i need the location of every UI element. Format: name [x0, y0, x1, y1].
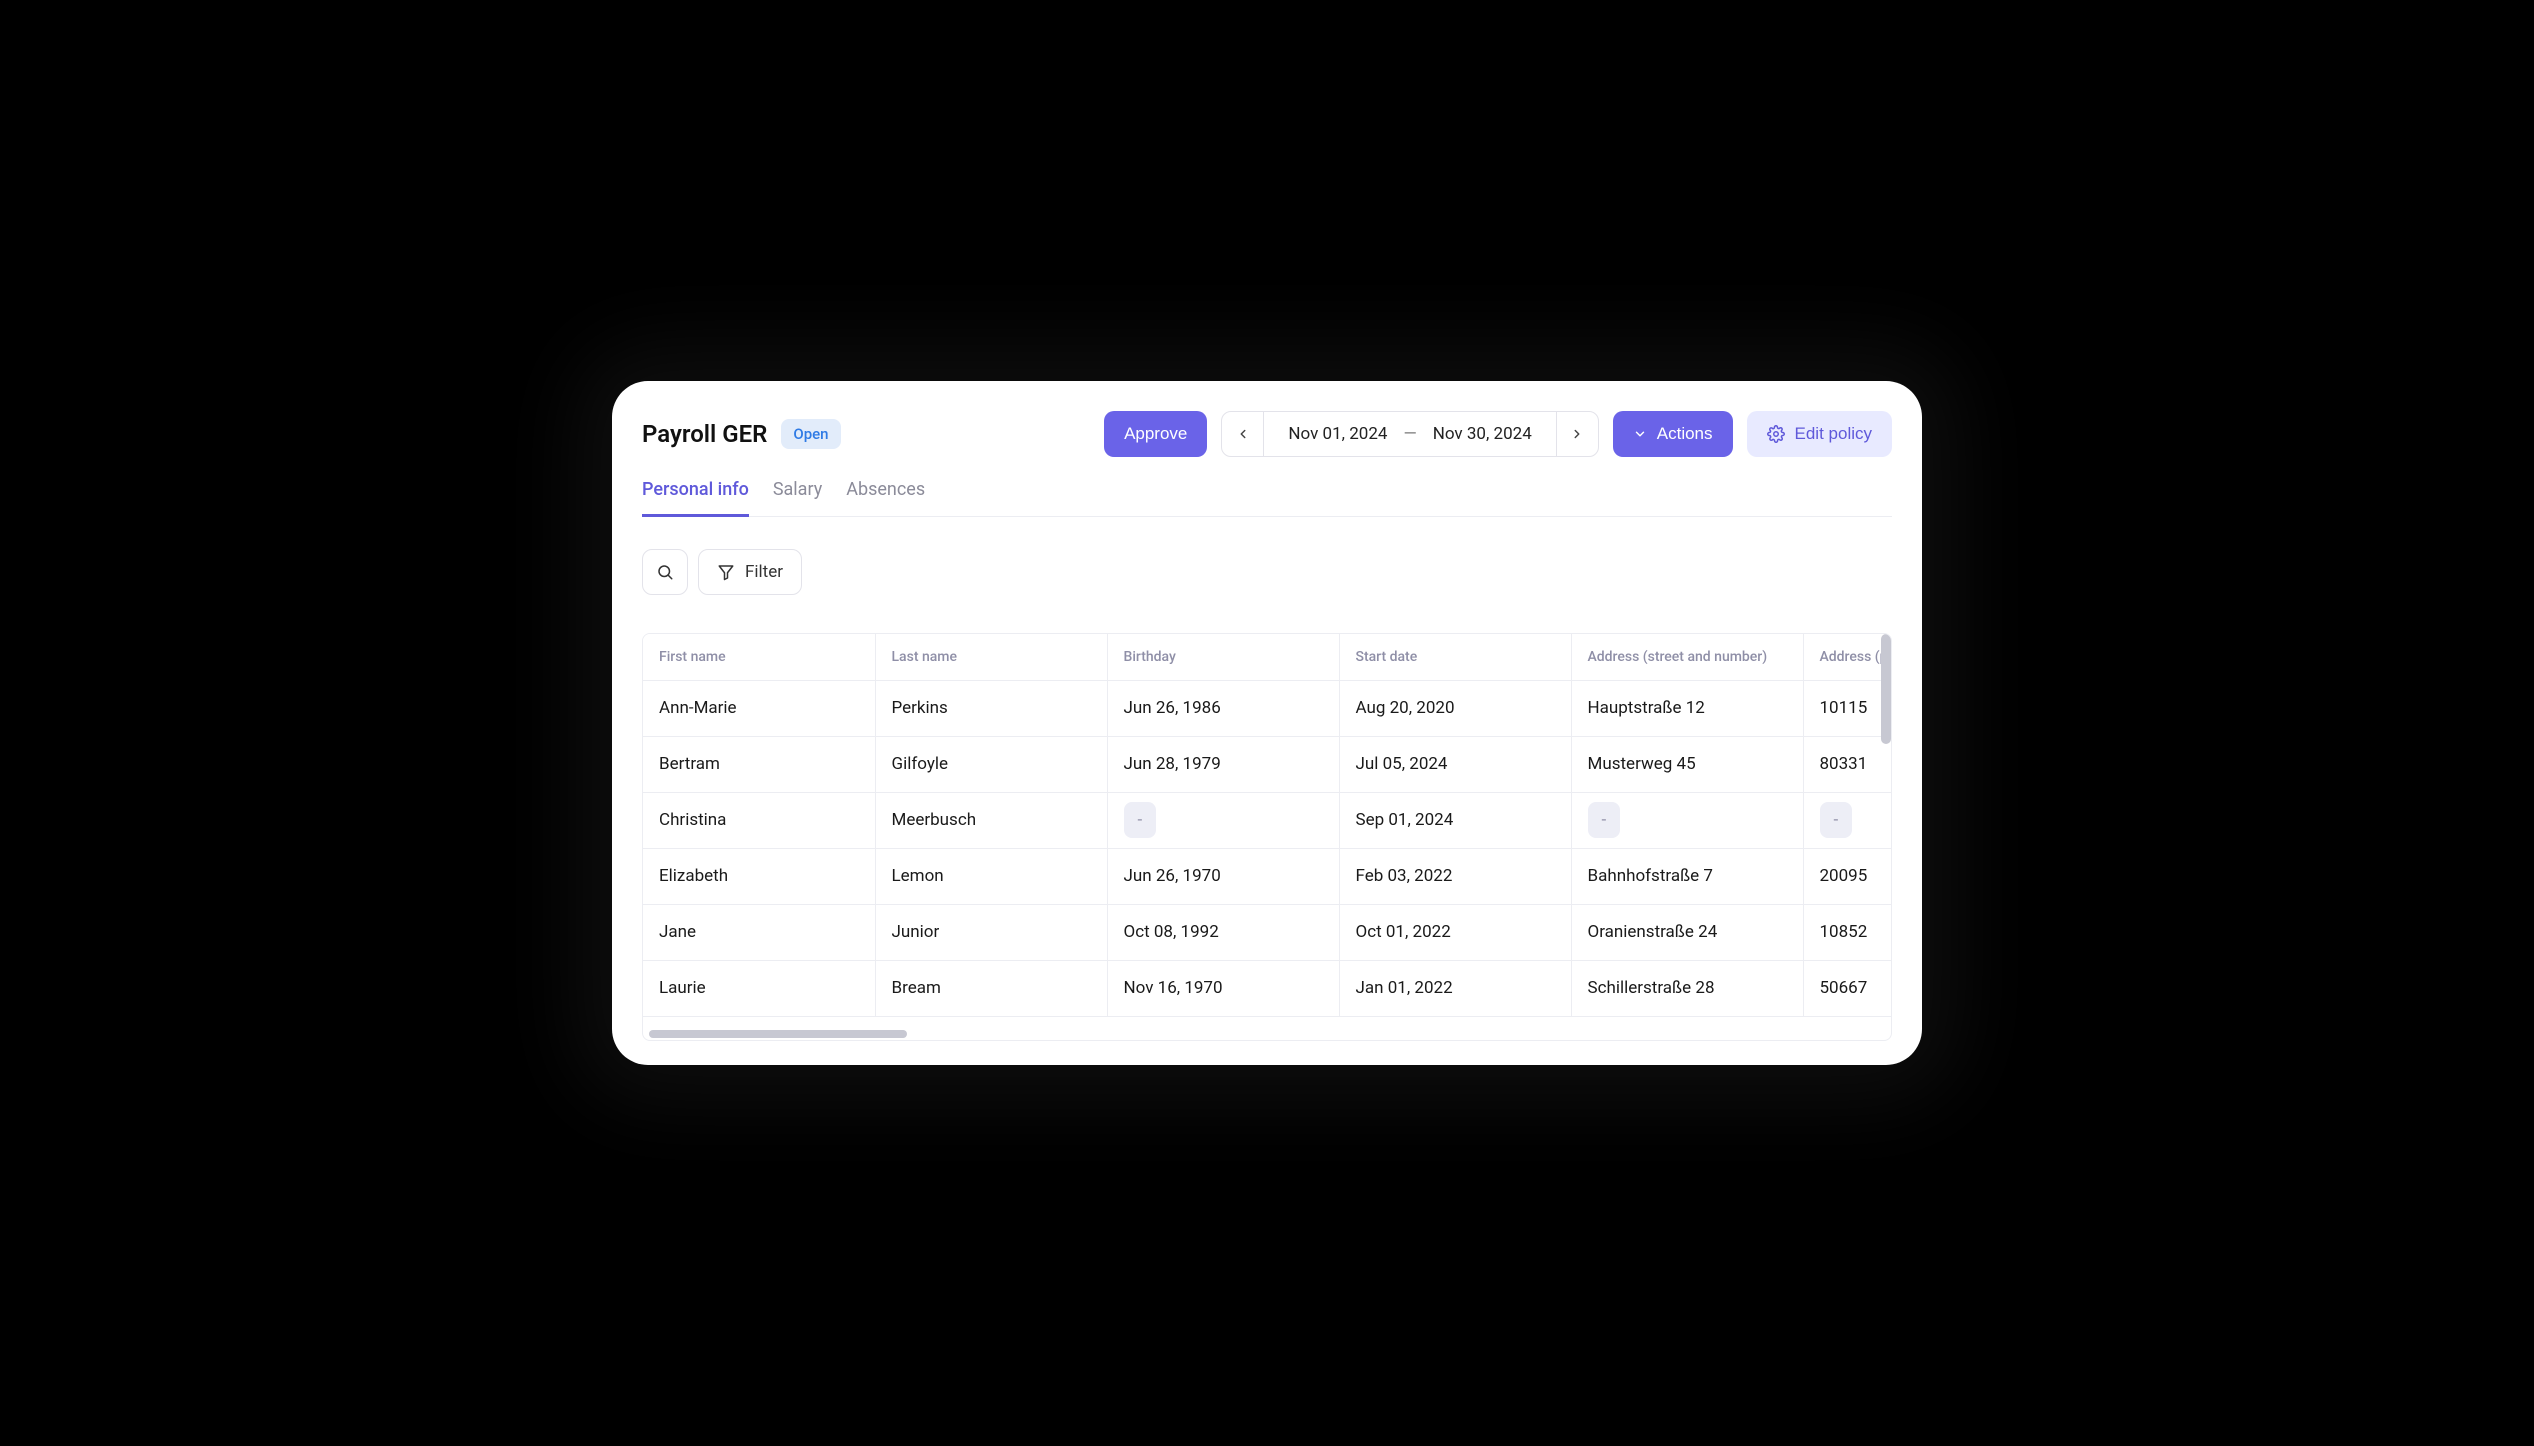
col-start-date[interactable]: Start date	[1339, 634, 1571, 680]
cell-start: Feb 03, 2022	[1339, 848, 1571, 904]
table-row[interactable]: Ann-MariePerkinsJun 26, 1986Aug 20, 2020…	[643, 680, 1891, 736]
cell-start: Oct 01, 2022	[1339, 904, 1571, 960]
cell-address: Bahnhofstraße 7	[1571, 848, 1803, 904]
tabs: Personal info Salary Absences	[642, 479, 1892, 517]
cell-start: Aug 20, 2020	[1339, 680, 1571, 736]
cell-postal: 20095	[1803, 848, 1891, 904]
cell-start: Sep 01, 2024	[1339, 792, 1571, 848]
chevron-right-icon	[1570, 427, 1584, 441]
status-badge: Open	[781, 419, 840, 449]
page-title: Payroll GER	[642, 420, 767, 448]
search-icon	[656, 563, 674, 581]
date-from: Nov 01, 2024	[1288, 424, 1387, 444]
header: Payroll GER Open Approve Nov 01, 2024 — …	[642, 411, 1892, 457]
cell-postal: 10115	[1803, 680, 1891, 736]
tab-absences[interactable]: Absences	[846, 479, 925, 516]
cell-postal: 10852	[1803, 904, 1891, 960]
cell-last: Perkins	[875, 680, 1107, 736]
cell-first: Jane	[643, 904, 875, 960]
edit-policy-button[interactable]: Edit policy	[1747, 411, 1892, 457]
col-last-name[interactable]: Last name	[875, 634, 1107, 680]
cell-last: Gilfoyle	[875, 736, 1107, 792]
cell-birthday: Jun 26, 1986	[1107, 680, 1339, 736]
cell-address: Oranienstraße 24	[1571, 904, 1803, 960]
tab-personal-info[interactable]: Personal info	[642, 479, 749, 517]
table-row[interactable]: BertramGilfoyleJun 28, 1979Jul 05, 2024M…	[643, 736, 1891, 792]
date-range-picker[interactable]: Nov 01, 2024 — Nov 30, 2024	[1221, 411, 1598, 457]
cell-birthday: Oct 08, 1992	[1107, 904, 1339, 960]
payroll-card: Payroll GER Open Approve Nov 01, 2024 — …	[612, 381, 1922, 1065]
cell-first: Laurie	[643, 960, 875, 1016]
cell-birthday: -	[1107, 792, 1339, 848]
cell-address: Musterweg 45	[1571, 736, 1803, 792]
cell-last: Junior	[875, 904, 1107, 960]
date-prev-button[interactable]	[1222, 412, 1264, 456]
table-container: First name Last name Birthday Start date…	[642, 633, 1892, 1041]
table-scroll[interactable]: First name Last name Birthday Start date…	[643, 634, 1891, 1040]
table-row[interactable]: JaneJuniorOct 08, 1992Oct 01, 2022Oranie…	[643, 904, 1891, 960]
cell-address: Hauptstraße 12	[1571, 680, 1803, 736]
tab-salary[interactable]: Salary	[773, 479, 822, 516]
horizontal-scrollbar[interactable]	[649, 1030, 907, 1038]
cell-birthday: Nov 16, 1970	[1107, 960, 1339, 1016]
cell-birthday: Jun 26, 1970	[1107, 848, 1339, 904]
cell-birthday: Jun 28, 1979	[1107, 736, 1339, 792]
date-to: Nov 30, 2024	[1433, 424, 1532, 444]
table-header-row: First name Last name Birthday Start date…	[643, 634, 1891, 680]
cell-address: Schillerstraße 28	[1571, 960, 1803, 1016]
chevron-down-icon	[1633, 427, 1647, 441]
filter-label: Filter	[745, 562, 783, 582]
approve-label: Approve	[1124, 424, 1187, 444]
employees-table: First name Last name Birthday Start date…	[643, 634, 1891, 1017]
col-address[interactable]: Address (street and number)	[1571, 634, 1803, 680]
filter-icon	[717, 563, 735, 581]
empty-value: -	[1124, 802, 1157, 838]
actions-label: Actions	[1657, 424, 1713, 444]
cell-last: Meerbusch	[875, 792, 1107, 848]
cell-postal: 50667	[1803, 960, 1891, 1016]
table-toolbar: Filter	[642, 549, 1892, 595]
date-range-display[interactable]: Nov 01, 2024 — Nov 30, 2024	[1264, 424, 1555, 444]
cell-last: Lemon	[875, 848, 1107, 904]
cell-first: Elizabeth	[643, 848, 875, 904]
table-row[interactable]: LaurieBreamNov 16, 1970Jan 01, 2022Schil…	[643, 960, 1891, 1016]
table-row[interactable]: ElizabethLemonJun 26, 1970Feb 03, 2022Ba…	[643, 848, 1891, 904]
cell-last: Bream	[875, 960, 1107, 1016]
cell-address: -	[1571, 792, 1803, 848]
cell-first: Bertram	[643, 736, 875, 792]
actions-button[interactable]: Actions	[1613, 411, 1733, 457]
vertical-scrollbar[interactable]	[1881, 634, 1891, 744]
empty-value: -	[1820, 802, 1853, 838]
cell-start: Jan 01, 2022	[1339, 960, 1571, 1016]
col-first-name[interactable]: First name	[643, 634, 875, 680]
search-button[interactable]	[642, 549, 688, 595]
cell-first: Christina	[643, 792, 875, 848]
chevron-left-icon	[1236, 427, 1250, 441]
cell-first: Ann-Marie	[643, 680, 875, 736]
table-row[interactable]: ChristinaMeerbusch-Sep 01, 2024--	[643, 792, 1891, 848]
empty-value: -	[1588, 802, 1621, 838]
cell-postal: -	[1803, 792, 1891, 848]
gear-icon	[1767, 425, 1785, 443]
approve-button[interactable]: Approve	[1104, 411, 1207, 457]
date-separator: —	[1403, 424, 1416, 444]
cell-postal: 80331	[1803, 736, 1891, 792]
col-postal[interactable]: Address (postal code)	[1803, 634, 1891, 680]
cell-start: Jul 05, 2024	[1339, 736, 1571, 792]
date-next-button[interactable]	[1556, 412, 1598, 456]
col-birthday[interactable]: Birthday	[1107, 634, 1339, 680]
filter-button[interactable]: Filter	[698, 549, 802, 595]
edit-policy-label: Edit policy	[1795, 424, 1872, 444]
